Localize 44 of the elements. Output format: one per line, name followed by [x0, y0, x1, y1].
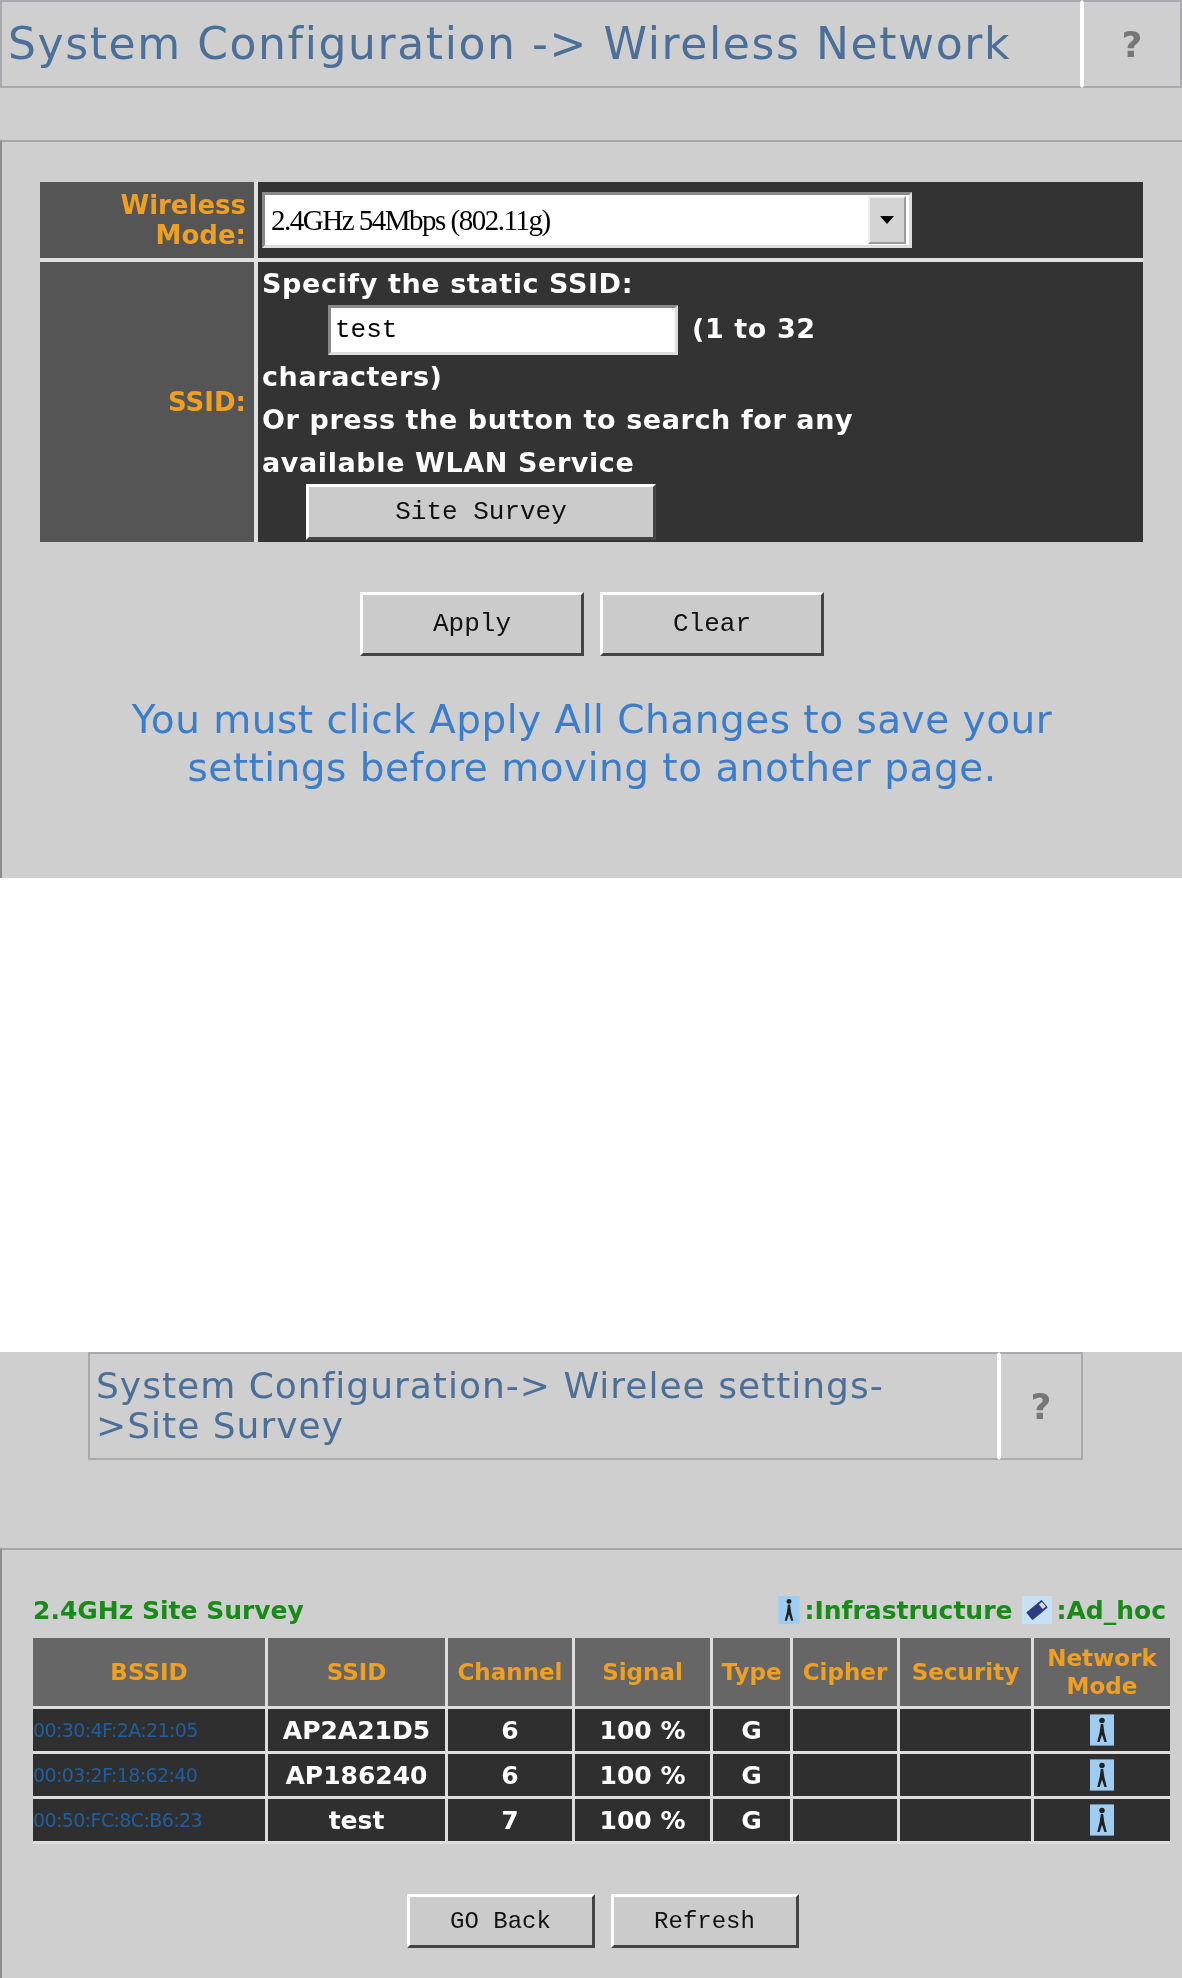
wireless-mode-select[interactable]: 2.4GHz 54Mbps (802.11g) [262, 192, 912, 248]
site-survey-button[interactable]: Site Survey [306, 484, 656, 540]
column-header: Network Mode [1034, 1638, 1170, 1706]
column-header: Security [900, 1638, 1031, 1706]
ssid-field[interactable]: test [328, 305, 678, 355]
bssid-cell: 00:30:4F:2A:21:05 [33, 1709, 265, 1751]
column-header: BSSID [33, 1638, 265, 1706]
ssid-hint: (1 to 32 [692, 312, 816, 344]
field-label: SSID: [168, 387, 246, 417]
column-header: SSID [268, 1638, 445, 1706]
survey-title: 2.4GHz Site Survey [33, 1595, 304, 1625]
table-cell: G [713, 1754, 790, 1796]
table-cell: 100 % [575, 1754, 710, 1796]
site-survey-note: Or press the button to search for any available WLAN Service [262, 403, 855, 480]
form-button[interactable]: Refresh [610, 1894, 799, 1948]
form-button[interactable]: Clear [600, 592, 824, 656]
column-header: Channel [448, 1638, 572, 1706]
ssid-hint: characters) [262, 360, 444, 394]
table-cell: G [713, 1799, 790, 1841]
table-cell: 7 [448, 1799, 572, 1841]
field-label: Wireless [120, 190, 246, 220]
save-reminder: You must click Apply All Changes to save your settings before moving to another page. [130, 696, 1054, 792]
bssid-cell: 00:03:2F:18:62:40 [33, 1754, 265, 1796]
table-cell: 6 [448, 1754, 572, 1796]
ssid-prompt: Specify the static SSID: [262, 267, 635, 301]
column-header: Cipher [793, 1638, 897, 1706]
page-title: System Configuration-> Wirelee settings->Site Survey [96, 1365, 885, 1447]
table-cell: 100 % [575, 1709, 710, 1751]
bssid-cell: 00:50:FC:8C:B6:23 [33, 1799, 265, 1841]
table-cell: AP186240 [268, 1754, 445, 1796]
form-button[interactable]: GO Back [406, 1894, 595, 1948]
dropdown-caret-icon [880, 216, 894, 224]
page-title: System Configuration -> Wireless Network [8, 19, 1011, 69]
table-cell: AP2A21D5 [268, 1709, 445, 1751]
table-cell: 6 [448, 1709, 572, 1751]
form-button[interactable]: Apply [360, 592, 584, 656]
table-cell: test [268, 1799, 445, 1841]
table-cell: 100 % [575, 1799, 710, 1841]
legend-label: :Infrastructure [804, 1595, 1013, 1625]
column-header: Type [713, 1638, 790, 1706]
column-header: Signal [575, 1638, 710, 1706]
field-label: Mode: [155, 220, 246, 250]
legend-label: :Ad_hoc [1056, 1595, 1166, 1625]
table-cell: G [713, 1709, 790, 1751]
